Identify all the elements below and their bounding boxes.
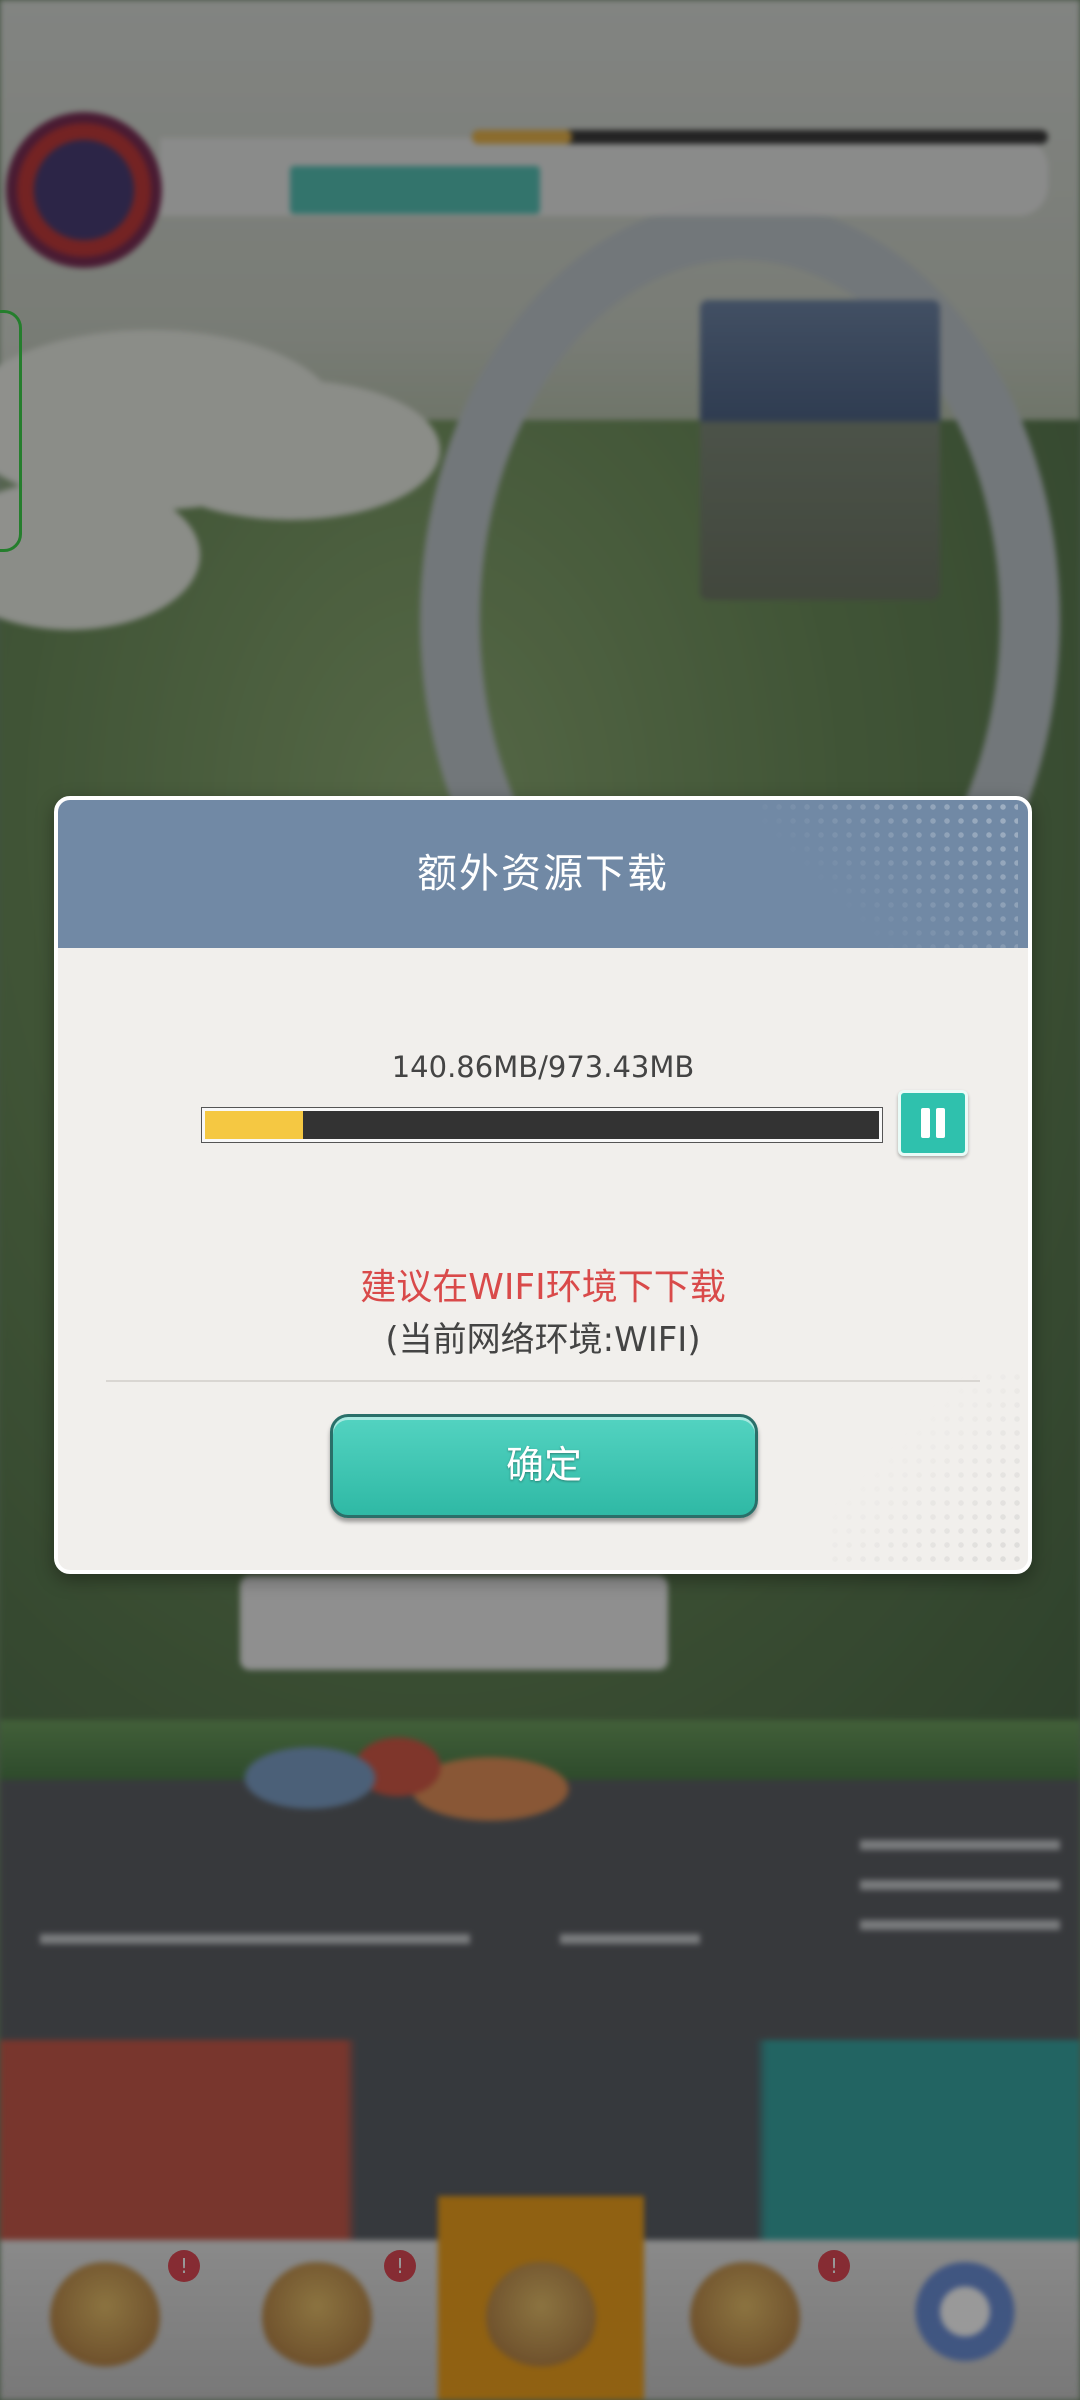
- confirm-button[interactable]: 确定: [330, 1414, 758, 1518]
- pause-icon: [921, 1108, 930, 1138]
- wifi-warning-text: 建议在WIFI环境下下载: [360, 1267, 726, 1308]
- dialog-title: 额外资源下载: [417, 851, 669, 897]
- pause-button[interactable]: [898, 1090, 968, 1156]
- resource-download-dialog: 额外资源下载 140.86MB/973.43MB 建议在WIFI环境下下载 (当…: [54, 796, 1032, 1574]
- decorative-dots: [828, 1370, 1028, 1570]
- pause-icon: [936, 1108, 945, 1138]
- dialog-header: 额外资源下载: [58, 800, 1028, 948]
- download-progress-bar: [202, 1108, 882, 1142]
- download-progress-text: 140.86MB/973.43MB: [391, 1050, 695, 1084]
- download-progress-fill: [205, 1111, 303, 1139]
- network-status-text: (当前网络环境:WIFI): [385, 1320, 701, 1360]
